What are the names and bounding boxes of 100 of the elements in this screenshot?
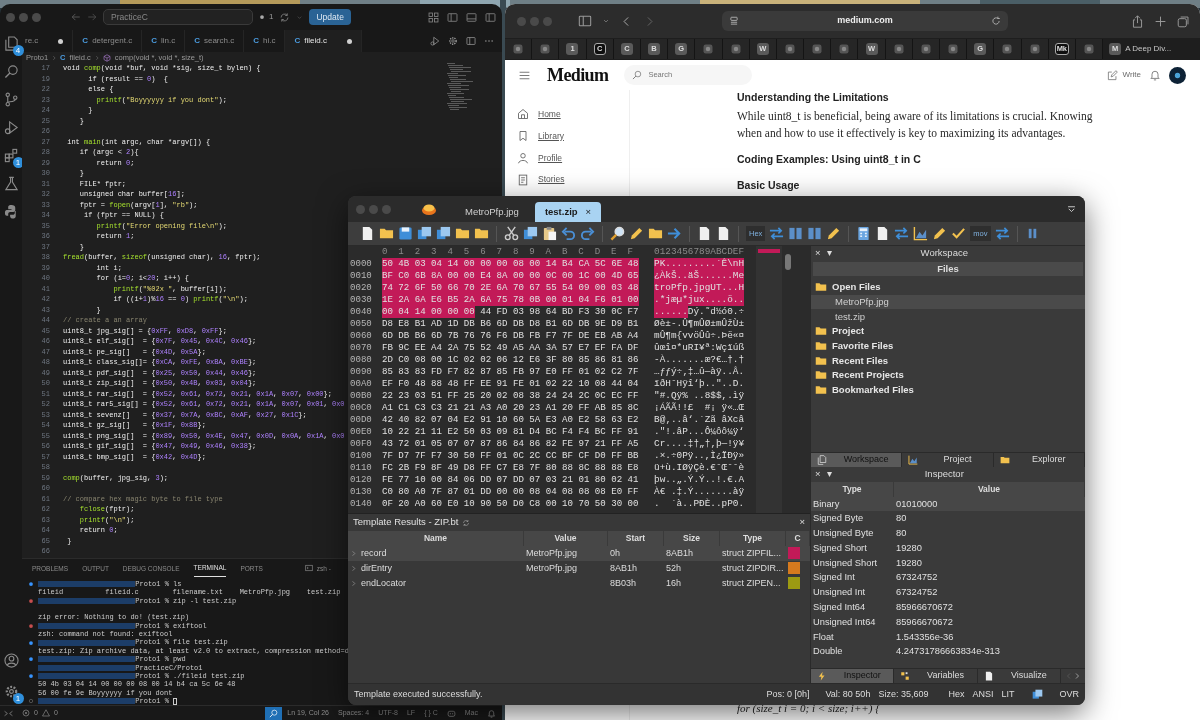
- nav-link[interactable]: Library: [517, 129, 629, 143]
- caret-icon[interactable]: [602, 17, 610, 25]
- run-debug-icon[interactable]: [3, 120, 19, 135]
- column-header[interactable]: C: [786, 531, 810, 546]
- tab-overview-icon[interactable]: [1177, 14, 1190, 28]
- calculator-icon[interactable]: [856, 226, 872, 241]
- search-icon[interactable]: [610, 226, 625, 241]
- folder-icon[interactable]: [648, 226, 663, 241]
- run-icon[interactable]: [430, 36, 440, 46]
- close-button[interactable]: ×: [799, 515, 805, 530]
- settings-icon[interactable]: [448, 36, 458, 46]
- column-header[interactable]: Type: [811, 481, 894, 497]
- menu-icon[interactable]: [1066, 203, 1077, 215]
- copy-icon[interactable]: [523, 226, 538, 241]
- pencil-icon[interactable]: [826, 226, 842, 241]
- panel-tab[interactable]: Project: [902, 452, 994, 467]
- copy-icon[interactable]: [436, 226, 451, 241]
- split-editor-icon[interactable]: [466, 36, 476, 46]
- favicon-icon[interactable]: [1028, 43, 1041, 55]
- account-icon[interactable]: [3, 653, 19, 668]
- files-icon[interactable]: [3, 36, 19, 51]
- update-button[interactable]: Update: [309, 8, 351, 26]
- folder-icon[interactable]: [379, 226, 394, 241]
- address-bar[interactable]: medium.com: [722, 11, 1008, 31]
- tree-item[interactable]: endLocator: [361, 576, 407, 591]
- share-icon[interactable]: [1131, 14, 1144, 28]
- document-icon[interactable]: [697, 226, 712, 241]
- favicon-icon[interactable]: [838, 43, 851, 55]
- find-status[interactable]: [265, 706, 283, 720]
- scissors-icon[interactable]: [504, 226, 519, 241]
- sidebar-toggle-icon[interactable]: [447, 11, 458, 23]
- write-button[interactable]: Write: [1107, 69, 1141, 81]
- bell-icon[interactable]: [1149, 69, 1161, 81]
- document-icon[interactable]: [716, 226, 731, 241]
- flask-icon[interactable]: [3, 176, 19, 191]
- folder-icon[interactable]: [455, 226, 470, 241]
- refresh-icon[interactable]: [462, 518, 471, 527]
- blocks-icon[interactable]: [3, 148, 19, 163]
- favicon-icon[interactable]: [1083, 43, 1096, 55]
- pencil-icon[interactable]: [932, 226, 948, 241]
- tree-item[interactable]: MetroPfp.jpg: [811, 294, 1085, 310]
- favicon-icon[interactable]: [1001, 43, 1014, 55]
- check-icon[interactable]: [951, 226, 967, 241]
- favicon-icon[interactable]: [783, 43, 796, 55]
- folder-icon[interactable]: [474, 226, 489, 241]
- favicon-icon[interactable]: [919, 43, 932, 55]
- file-tab[interactable]: MetroPfp.jpg: [455, 202, 529, 222]
- copy-icon[interactable]: [417, 226, 432, 241]
- scrollbar-thumb[interactable]: [785, 254, 791, 270]
- favicon-icon[interactable]: [947, 43, 960, 55]
- tree-item[interactable]: dirEntry: [361, 561, 392, 576]
- favicon-icon[interactable]: [729, 43, 742, 55]
- tree-item[interactable]: Recent Projects: [811, 368, 1085, 383]
- column-header[interactable]: Start: [608, 531, 664, 546]
- favicon-icon[interactable]: [892, 43, 905, 55]
- tree-item[interactable]: Favorite Files: [811, 338, 1085, 354]
- dropdown-button[interactable]: ▾: [826, 466, 832, 482]
- logo-icon[interactable]: [3, 204, 19, 219]
- secondary-sidebar-icon[interactable]: [485, 11, 496, 23]
- source-control-icon[interactable]: [3, 92, 19, 107]
- column-header[interactable]: Value: [894, 481, 1085, 497]
- nav-link[interactable]: Profile: [517, 151, 629, 165]
- avatar[interactable]: [1169, 66, 1186, 84]
- tree-item[interactable]: test.zip: [811, 309, 1085, 325]
- command-center[interactable]: PracticeC: [103, 9, 253, 25]
- minimap[interactable]: [447, 63, 473, 113]
- favicon-icon[interactable]: [539, 43, 552, 55]
- remote-icon[interactable]: [4, 708, 13, 718]
- settings-icon[interactable]: [3, 684, 19, 699]
- column-header[interactable]: Value: [524, 531, 608, 546]
- columns-icon[interactable]: [807, 226, 823, 241]
- column-header[interactable]: Name: [348, 531, 524, 546]
- search-icon[interactable]: [3, 64, 19, 79]
- sync-icon[interactable]: [279, 11, 291, 23]
- column-header[interactable]: Size: [664, 531, 720, 546]
- save-icon[interactable]: [398, 226, 413, 241]
- panel-toggle-icon[interactable]: [466, 11, 477, 23]
- favicon-icon[interactable]: [702, 43, 715, 55]
- layout-icon[interactable]: [428, 11, 439, 23]
- columns-icon[interactable]: [788, 226, 804, 241]
- document-icon[interactable]: [360, 226, 375, 241]
- close-button[interactable]: ×: [815, 466, 821, 482]
- dropdown-button[interactable]: ▾: [826, 246, 832, 261]
- tree-item[interactable]: Open Files: [811, 280, 1085, 295]
- close-button[interactable]: ×: [585, 204, 592, 220]
- nav-link[interactable]: Stories: [517, 173, 629, 186]
- tree-item[interactable]: Recent Files: [811, 353, 1085, 369]
- tree-item[interactable]: Bookmarked Files: [811, 382, 1085, 398]
- arrow-icon[interactable]: [667, 226, 682, 241]
- file-tab[interactable]: test.zip ×: [534, 202, 602, 222]
- panel-tab[interactable]: Explorer: [993, 452, 1085, 467]
- swap-icon[interactable]: [994, 226, 1010, 241]
- editor-tab[interactable]: C fileid.c: [285, 30, 362, 52]
- close-button[interactable]: ×: [815, 246, 821, 261]
- copy-icon[interactable]: [1032, 689, 1044, 700]
- column-header[interactable]: Type: [720, 531, 786, 546]
- favicon-icon[interactable]: [811, 43, 824, 55]
- favicon-icon[interactable]: [512, 43, 525, 55]
- swap-icon[interactable]: [769, 226, 785, 241]
- new-tab-icon[interactable]: [1154, 14, 1167, 28]
